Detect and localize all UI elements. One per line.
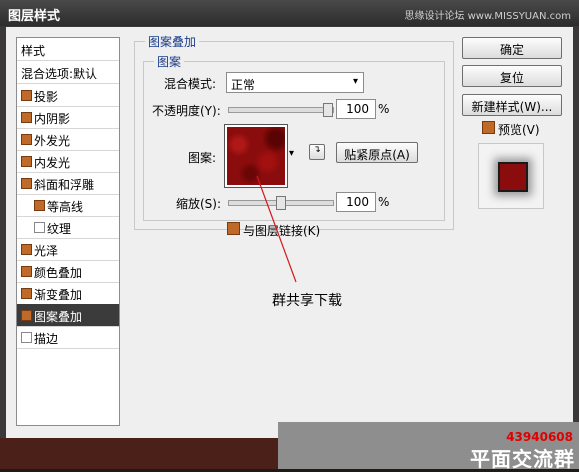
layer-style-dialog: 图层样式 思缘设计论坛 www.MISSYUAN.com 样式 混合选项:默认 … (0, 0, 579, 471)
annotation-text: 群共享下载 (272, 293, 342, 309)
brand-text: 平面交流群 (470, 447, 575, 471)
annotation-arrow (256, 175, 297, 283)
qq-number: 43940608 (506, 430, 573, 444)
bottom-strip (0, 438, 278, 469)
